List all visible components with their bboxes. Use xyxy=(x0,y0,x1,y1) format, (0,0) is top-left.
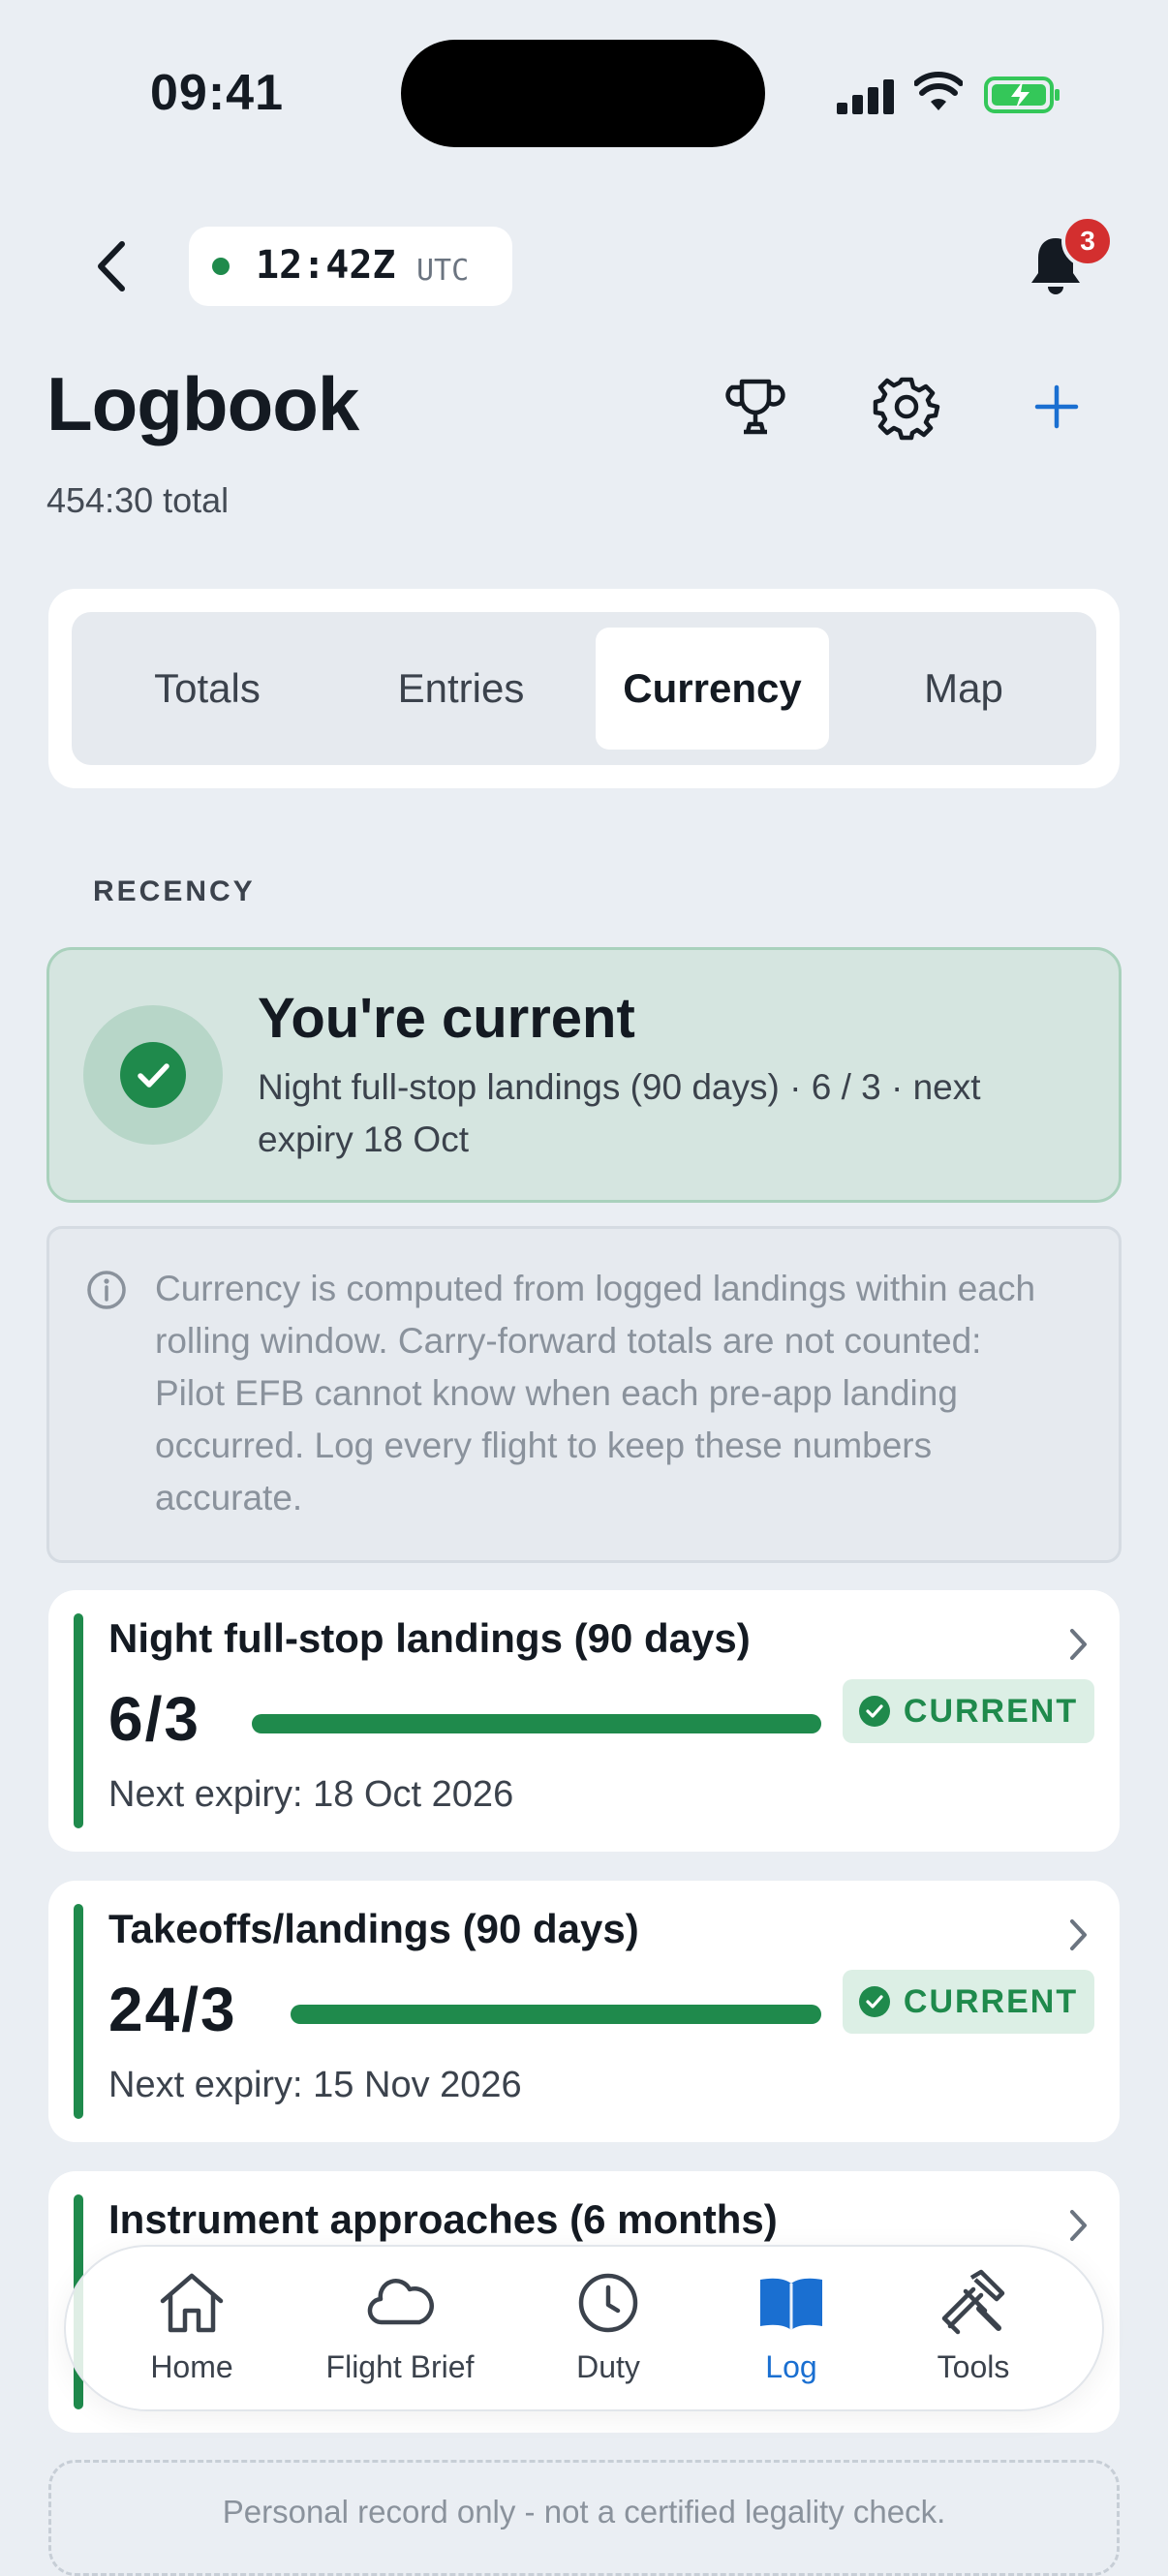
progress-fill xyxy=(291,2005,821,2024)
info-note-text: Currency is computed from logged landing… xyxy=(155,1269,1036,1518)
progress-bar xyxy=(291,2005,821,2024)
disclaimer-text: Personal record only - not a certified l… xyxy=(222,2494,946,2530)
next-expiry: Next expiry: 18 Oct 2026 xyxy=(108,1774,514,1815)
tab-bar-home[interactable]: Home xyxy=(95,2266,289,2402)
check-circle-icon xyxy=(858,1986,890,2017)
status-accent-bar xyxy=(74,1613,83,1828)
currency-card-night-landings[interactable]: Night full-stop landings (90 days) 6/3 C… xyxy=(48,1590,1120,1852)
tab-bar-flight-brief[interactable]: Flight Brief xyxy=(303,2266,497,2402)
chevron-right-icon xyxy=(1070,1919,1087,1950)
card-title: Instrument approaches (6 months) xyxy=(108,2196,778,2242)
tab-map[interactable]: Map xyxy=(847,628,1080,750)
progress-fill xyxy=(252,1714,821,1733)
dynamic-island xyxy=(401,40,765,147)
tab-totals[interactable]: Totals xyxy=(91,628,323,750)
tab-bar-label: Log xyxy=(765,2349,817,2384)
tab-bar-label: Home xyxy=(150,2349,233,2384)
book-icon xyxy=(760,2278,822,2330)
banner-title: You're current xyxy=(258,987,635,1050)
status-badge-current: CURRENT xyxy=(843,1970,1094,2034)
status-time: 09:41 xyxy=(150,65,284,121)
tools-icon xyxy=(941,2269,1005,2335)
currency-card-takeoffs-landings[interactable]: Takeoffs/landings (90 days) 24/3 CURRENT… xyxy=(48,1881,1120,2142)
utc-live-dot xyxy=(212,258,230,275)
tab-entries[interactable]: Entries xyxy=(345,628,577,750)
chevron-right-icon xyxy=(1070,2210,1087,2241)
info-icon xyxy=(87,1271,126,1309)
status-label: CURRENT xyxy=(903,1982,1079,2020)
notification-badge: 3 xyxy=(1061,215,1114,267)
check-circle-icon xyxy=(120,1042,186,1108)
clock-icon xyxy=(578,2273,638,2333)
utc-label: UTC xyxy=(416,254,470,288)
next-expiry: Next expiry: 15 Nov 2026 xyxy=(108,2065,522,2105)
tab-bar-log[interactable]: Log xyxy=(694,2266,888,2402)
section-label-recency: RECENCY xyxy=(93,875,256,907)
trophy-icon[interactable] xyxy=(721,372,790,442)
tab-bar-duty[interactable]: Duty xyxy=(511,2266,705,2402)
banner-subtitle: Night full-stop landings (90 days) · 6 /… xyxy=(258,1067,981,1159)
tab-bar-label: Duty xyxy=(576,2349,640,2384)
chevron-right-icon xyxy=(1070,1629,1087,1660)
total-hours: 454:30 total xyxy=(46,480,230,520)
add-entry-icon[interactable] xyxy=(1022,372,1091,442)
card-ratio: 24/3 xyxy=(108,1975,237,2044)
back-chevron-icon[interactable] xyxy=(87,234,138,298)
status-accent-bar xyxy=(74,1904,83,2119)
home-icon xyxy=(160,2273,224,2333)
check-circle-icon xyxy=(858,1696,890,1727)
cloud-icon xyxy=(367,2279,434,2325)
cellular-signal-icon xyxy=(837,79,895,114)
battery-charging-icon xyxy=(984,77,1060,113)
status-label: CURRENT xyxy=(903,1692,1079,1730)
tab-bar-tools[interactable]: Tools xyxy=(876,2266,1070,2402)
card-ratio: 6/3 xyxy=(108,1684,200,1754)
tab-bar-label: Tools xyxy=(937,2349,1010,2384)
tab-bar-label: Flight Brief xyxy=(325,2349,475,2384)
wifi-icon xyxy=(914,72,963,110)
card-title: Takeoffs/landings (90 days) xyxy=(108,1906,639,1951)
utc-time: 12:42Z xyxy=(256,243,396,288)
gear-icon[interactable] xyxy=(872,372,941,442)
page-title: Logbook xyxy=(46,361,359,446)
progress-bar xyxy=(252,1714,821,1733)
card-title: Night full-stop landings (90 days) xyxy=(108,1615,751,1661)
tab-currency[interactable]: Currency xyxy=(596,628,829,750)
status-badge-current: CURRENT xyxy=(843,1679,1094,1743)
